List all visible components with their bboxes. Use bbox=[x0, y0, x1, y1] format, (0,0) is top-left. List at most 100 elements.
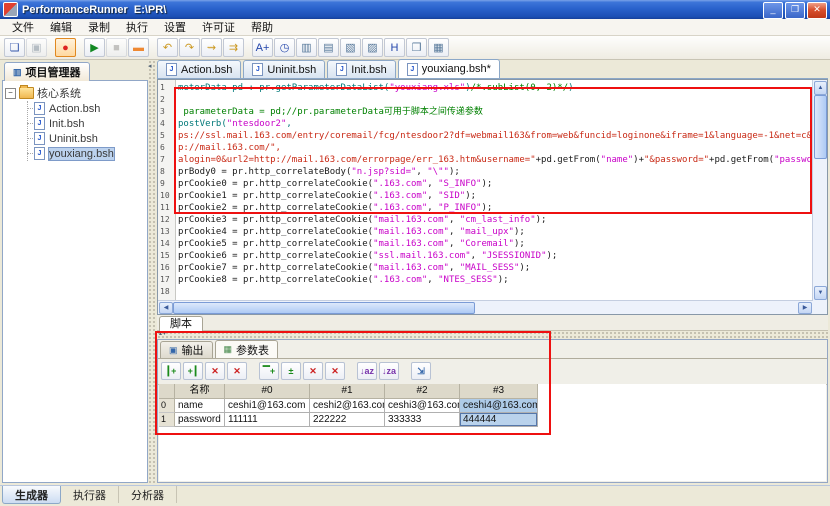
new-script-button[interactable]: ❏ bbox=[4, 38, 25, 57]
editor-tab-youxiang-bsh-[interactable]: Jyouxiang.bsh* bbox=[398, 59, 500, 78]
perspective-tab-执行器[interactable]: 执行器 bbox=[61, 486, 119, 503]
code-line: parameterData = pd;//pr.parameterData可用于… bbox=[178, 106, 812, 118]
table-cell[interactable]: ceshi3@163.com bbox=[385, 399, 460, 413]
scroll-up-icon[interactable]: ▲ bbox=[814, 81, 827, 95]
perspective-tab-生成器[interactable]: 生成器 bbox=[2, 486, 61, 504]
stop-button[interactable]: ■ bbox=[106, 38, 127, 57]
delete-row-button[interactable]: ✕ bbox=[303, 362, 323, 380]
collapse-icon[interactable]: − bbox=[5, 88, 16, 99]
scroll-right-icon[interactable]: ▶ bbox=[798, 302, 812, 314]
menu-bar: 文件编辑录制执行设置许可证帮助 bbox=[0, 19, 830, 36]
menu-item[interactable]: 帮助 bbox=[243, 18, 281, 36]
minimize-button[interactable]: _ bbox=[763, 2, 783, 19]
table-cell[interactable]: 444444 bbox=[460, 413, 538, 427]
script-file-icon: J bbox=[336, 63, 347, 76]
editor-tab-init-bsh[interactable]: JInit.bsh bbox=[327, 60, 395, 78]
perspective-tab-分析器[interactable]: 分析器 bbox=[119, 486, 177, 503]
undo-button[interactable]: ↶ bbox=[157, 38, 178, 57]
redo-button[interactable]: ↷ bbox=[179, 38, 200, 57]
sort-descending-button[interactable]: ↓za bbox=[379, 362, 399, 380]
menu-item[interactable]: 执行 bbox=[118, 18, 156, 36]
table-cell[interactable]: 333333 bbox=[385, 413, 460, 427]
stop-tool-button[interactable]: ▬ bbox=[128, 38, 149, 57]
editor-tab-uninit-bsh[interactable]: JUninit.bsh bbox=[243, 60, 325, 78]
menu-item[interactable]: 录制 bbox=[80, 18, 118, 36]
collapse-updown-icon[interactable]: ▴▾ bbox=[159, 330, 167, 337]
fast-replay-button[interactable]: ⇉ bbox=[223, 38, 244, 57]
delete-column-button[interactable]: ✕ bbox=[205, 362, 225, 380]
collapse-left-icon[interactable]: ◂ bbox=[148, 62, 152, 70]
table-cell[interactable]: name bbox=[175, 399, 225, 413]
parameter-table-button[interactable]: ▦ bbox=[428, 38, 449, 57]
code-segment: prCookie2 = pr.http_correlateCookie( bbox=[178, 203, 373, 213]
table-cell[interactable]: 222222 bbox=[310, 413, 385, 427]
add-row-above-button[interactable]: ▔+ bbox=[259, 362, 279, 380]
edit-script-button[interactable]: ▨ bbox=[362, 38, 383, 57]
tree-item-init-bsh[interactable]: JInit.bsh bbox=[28, 116, 145, 131]
split-action-button[interactable]: ▤ bbox=[318, 38, 339, 57]
tree-item-uninit-bsh[interactable]: JUninit.bsh bbox=[28, 131, 145, 146]
vertical-scroll-thumb[interactable] bbox=[814, 95, 827, 159]
record-button[interactable]: ● bbox=[55, 38, 76, 57]
insert-request-button[interactable]: ▥ bbox=[296, 38, 317, 57]
table-cell[interactable]: 111111 bbox=[225, 413, 310, 427]
transaction-button[interactable]: H bbox=[384, 38, 405, 57]
code-line: prCookie4 = pr.http_correlateCookie("mai… bbox=[178, 226, 812, 238]
save-button[interactable]: ▣ bbox=[26, 38, 47, 57]
window-title: PerformanceRunner E:\PR\ bbox=[22, 4, 166, 16]
line-number: 10 bbox=[158, 190, 175, 202]
table-cell[interactable]: ceshi4@163.com bbox=[460, 399, 538, 413]
menu-item[interactable]: 许可证 bbox=[194, 18, 243, 36]
code-segment: , bbox=[427, 275, 438, 285]
table-cell[interactable]: ceshi1@163.com bbox=[225, 399, 310, 413]
sort-ascending-button[interactable]: ↓az bbox=[357, 362, 377, 380]
code-segment: , bbox=[286, 119, 291, 129]
add-column-before-button[interactable]: ┃+ bbox=[161, 362, 181, 380]
editor-vertical-scrollbar[interactable]: ▲ ▼ bbox=[812, 80, 827, 301]
code-segment: )+ bbox=[633, 155, 644, 165]
font-size-button[interactable]: A+ bbox=[252, 38, 273, 57]
code-segment: postVerb( bbox=[178, 119, 227, 129]
project-manager-icon: ▥ bbox=[13, 67, 22, 78]
panel-tab-parameter-table[interactable]: ▦参数表 bbox=[215, 340, 279, 358]
scroll-left-icon[interactable]: ◀ bbox=[159, 302, 173, 314]
panel-tab-output[interactable]: ▣输出 bbox=[160, 341, 213, 358]
code-segment: ".163.com" bbox=[373, 191, 427, 201]
delete-rows-button[interactable]: ✕ bbox=[325, 362, 345, 380]
scroll-down-icon[interactable]: ▼ bbox=[814, 286, 827, 300]
menu-item[interactable]: 编辑 bbox=[42, 18, 80, 36]
menu-item[interactable]: 文件 bbox=[4, 18, 42, 36]
script-editor[interactable]: 123456789101112131415161718 meterData pd… bbox=[157, 79, 828, 315]
comment-button[interactable]: ❒ bbox=[406, 38, 427, 57]
delete-columns-button[interactable]: ✕ bbox=[227, 362, 247, 380]
line-number: 1 bbox=[158, 82, 175, 94]
code-segment: ps://ssl.mail.163.com/entry/coremail/fcg… bbox=[178, 131, 812, 141]
add-column-after-button[interactable]: +┃ bbox=[183, 362, 203, 380]
menu-item[interactable]: 设置 bbox=[156, 18, 194, 36]
run-button[interactable]: ▶ bbox=[84, 38, 105, 57]
horizontal-splitter[interactable]: ▴▾ bbox=[157, 331, 828, 339]
vertical-splitter[interactable]: ◂ bbox=[148, 60, 157, 483]
close-button[interactable]: ✕ bbox=[807, 2, 827, 19]
checkpoint-button[interactable]: ▧ bbox=[340, 38, 361, 57]
code-segment: ); bbox=[547, 251, 558, 261]
editor-tab-action-bsh[interactable]: JAction.bsh bbox=[157, 60, 241, 78]
project-manager-tab[interactable]: ▥ 项目管理器 bbox=[4, 62, 90, 81]
tree-root-node[interactable]: − 核心系统 bbox=[5, 85, 145, 101]
import-data-button[interactable]: ⇲ bbox=[411, 362, 431, 380]
runtime-settings-button[interactable]: ◷ bbox=[274, 38, 295, 57]
table-cell[interactable]: ceshi2@163.com bbox=[310, 399, 385, 413]
editor-horizontal-scrollbar[interactable]: ◀ ▶ bbox=[158, 300, 813, 314]
tree-item-label: Uninit.bsh bbox=[49, 133, 98, 145]
restore-button[interactable]: ❐ bbox=[785, 2, 805, 19]
line-number: 16 bbox=[158, 262, 175, 274]
tree-item-action-bsh[interactable]: JAction.bsh bbox=[28, 101, 145, 116]
code-segment: prCookie7 = pr.http_correlateCookie( bbox=[178, 263, 373, 273]
code-area[interactable]: meterData pd : pr.getParameterDataList("… bbox=[178, 80, 812, 304]
replay-button[interactable]: ⇝ bbox=[201, 38, 222, 57]
add-row-below-button[interactable]: ± bbox=[281, 362, 301, 380]
column-header: #1 bbox=[310, 384, 385, 399]
tree-item-youxiang-bsh[interactable]: Jyouxiang.bsh bbox=[28, 146, 145, 161]
horizontal-scroll-thumb[interactable] bbox=[173, 302, 475, 314]
table-cell[interactable]: password bbox=[175, 413, 225, 427]
